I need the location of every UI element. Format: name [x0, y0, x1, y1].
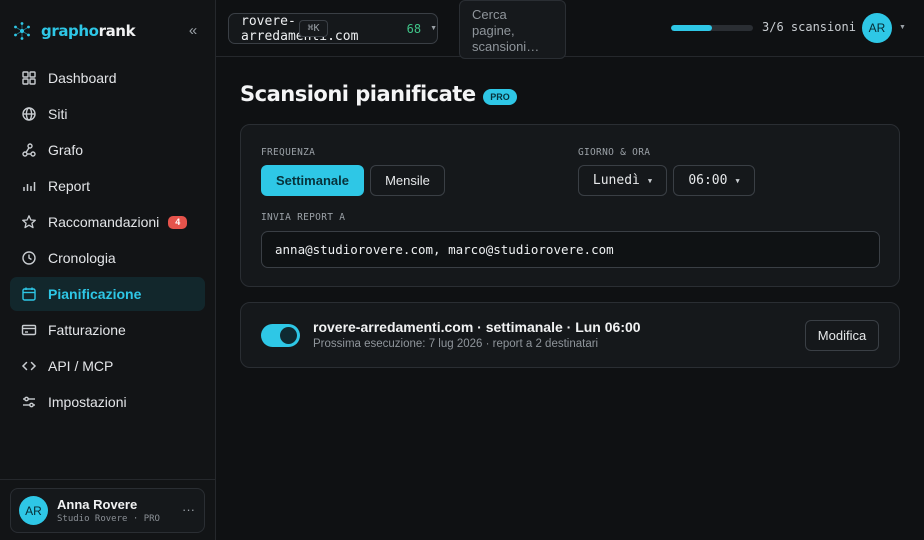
- chevron-down-icon: ▼: [735, 176, 740, 185]
- schedule-enabled-toggle[interactable]: [261, 324, 300, 347]
- search-shortcut-hint: ⌘K: [299, 20, 328, 37]
- calendar-icon: [21, 286, 37, 302]
- user-name: Anna Rovere: [57, 497, 138, 512]
- frequency-monthly-button[interactable]: Mensile: [370, 165, 445, 196]
- star-icon: [21, 214, 37, 230]
- scan-progress-fill: [671, 25, 712, 31]
- day-time-label: GIORNO & ORA: [578, 147, 651, 158]
- sidebar-item-label: Siti: [48, 106, 68, 122]
- brand-name: graphorank: [41, 22, 136, 40]
- frequency-label: FREQUENZA: [261, 147, 316, 158]
- sidebar-item-report[interactable]: Report: [10, 169, 205, 203]
- collapse-sidebar-icon[interactable]: «: [186, 22, 200, 40]
- user-card[interactable]: AR Anna Rovere Studio Rovere · PRO ···: [10, 488, 205, 533]
- sidebar-item-siti[interactable]: Siti: [10, 97, 205, 131]
- sidebar-nav: Dashboard Siti Grafo Report Raccomandazi…: [10, 61, 205, 421]
- code-icon: [21, 358, 37, 374]
- scheduled-scan-title: rovere-arredamenti.com · settimanale · L…: [313, 319, 641, 335]
- time-value: 06:00: [688, 173, 728, 188]
- scan-progress-bar: [671, 25, 753, 31]
- avatar: AR: [19, 496, 48, 525]
- time-select[interactable]: 06:00 ▼: [673, 165, 755, 196]
- sidebar-item-impostazioni[interactable]: Impostazioni: [10, 385, 205, 419]
- account-avatar[interactable]: AR: [862, 13, 892, 43]
- sidebar-item-raccomandazioni[interactable]: Raccomandazioni 4: [10, 205, 205, 239]
- sidebar-item-grafo[interactable]: Grafo: [10, 133, 205, 167]
- more-icon[interactable]: ···: [182, 502, 195, 517]
- sidebar-item-label: Fatturazione: [48, 322, 126, 338]
- sidebar: graphorank « Dashboard Siti Grafo Report…: [0, 0, 216, 540]
- page-title: Scansioni pianificate: [240, 82, 476, 106]
- sidebar-item-pianificazione[interactable]: Pianificazione: [10, 277, 205, 311]
- bar-chart-icon: [21, 178, 37, 194]
- sidebar-divider: [0, 479, 216, 480]
- sidebar-item-fatturazione[interactable]: Fatturazione: [10, 313, 205, 347]
- pro-badge: PRO: [483, 89, 517, 105]
- edit-button[interactable]: Modifica: [805, 320, 879, 351]
- graph-logo-icon: [14, 22, 30, 40]
- sidebar-item-label: Report: [48, 178, 91, 194]
- sidebar-item-label: Grafo: [48, 142, 84, 158]
- scheduled-scan-subtitle: Prossima esecuzione: 7 lug 2026 · report…: [313, 338, 599, 350]
- grid-icon: [21, 70, 37, 86]
- scan-progress-label: 3/6 scansioni: [762, 20, 856, 34]
- sidebar-item-label: Dashboard: [48, 70, 117, 86]
- user-info: Anna Rovere Studio Rovere · PRO: [57, 497, 160, 524]
- chevron-down-icon[interactable]: ▼: [899, 24, 906, 31]
- sidebar-item-cronologia[interactable]: Cronologia: [10, 241, 205, 275]
- recipients-input[interactable]: anna@studiorovere.com, marco@studiorover…: [261, 231, 880, 268]
- sidebar-item-api-mcp[interactable]: API / MCP: [10, 349, 205, 383]
- sidebar-item-label: API / MCP: [48, 358, 114, 374]
- day-select[interactable]: Lunedì ▼: [578, 165, 667, 196]
- graph-icon: [21, 142, 37, 158]
- sidebar-item-label: Pianificazione: [48, 286, 142, 302]
- topbar: rovere-arredamenti.com 68 ▼ Cerca pagine…: [216, 0, 924, 59]
- frequency-weekly-button[interactable]: Settimanale: [261, 165, 364, 196]
- clock-icon: [21, 250, 37, 266]
- recommendations-count-badge: 4: [168, 215, 188, 229]
- sidebar-item-label: Impostazioni: [48, 394, 127, 410]
- sidebar-item-label: Raccomandazioni: [48, 214, 160, 230]
- user-subtitle: Studio Rovere · PRO: [57, 514, 160, 524]
- toggle-knob: [280, 327, 297, 344]
- schedule-form-card: FREQUENZA Settimanale Mensile GIORNO & O…: [240, 124, 900, 287]
- site-score: 68: [406, 21, 422, 36]
- search-input[interactable]: Cerca pagine, scansioni…: [459, 0, 566, 59]
- sidebar-item-label: Cronologia: [48, 250, 116, 266]
- site-selector[interactable]: rovere-arredamenti.com 68 ▼: [228, 13, 438, 44]
- search-placeholder: Cerca pagine, scansioni…: [472, 7, 540, 54]
- day-value: Lunedì: [592, 173, 640, 188]
- chevron-down-icon: ▼: [430, 25, 437, 32]
- recipients-label: INVIA REPORT A: [261, 212, 346, 223]
- credit-card-icon: [21, 322, 37, 338]
- chevron-down-icon: ▼: [647, 176, 653, 185]
- globe-icon: [21, 106, 37, 122]
- sidebar-item-dashboard[interactable]: Dashboard: [10, 61, 205, 95]
- sliders-icon: [21, 394, 37, 410]
- brand[interactable]: graphorank: [12, 19, 136, 43]
- scheduled-scan-row: rovere-arredamenti.com · settimanale · L…: [240, 302, 900, 368]
